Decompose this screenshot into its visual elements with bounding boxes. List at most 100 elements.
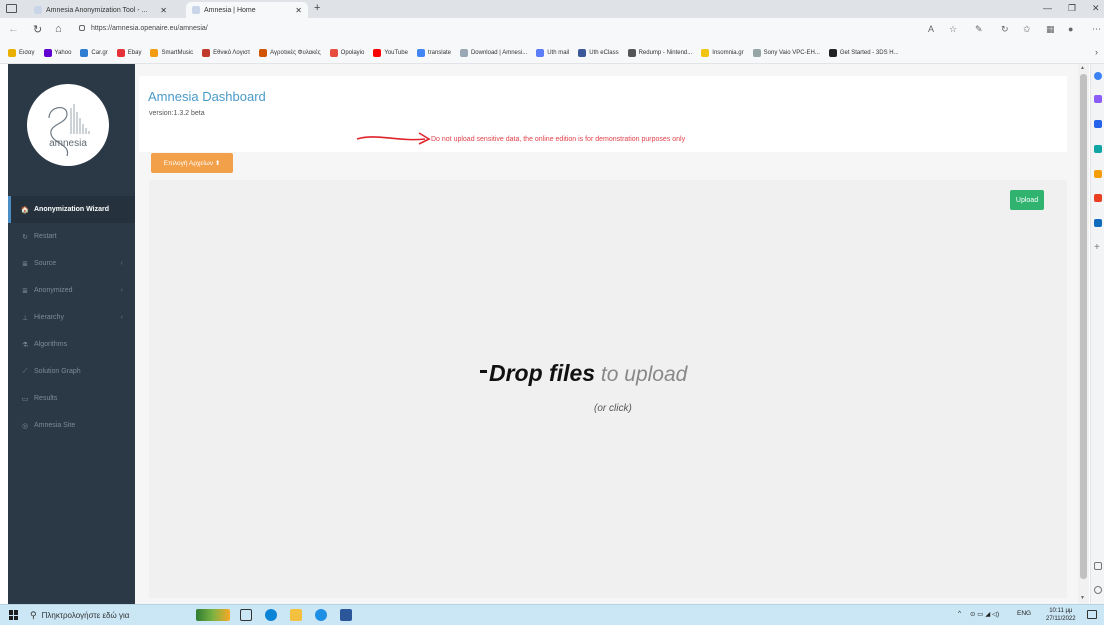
sparkle-icon[interactable] (1094, 95, 1102, 103)
favorite-link[interactable]: Sony Vaio VPC-EH... (752, 49, 820, 57)
browser-tab-amnesia-tool[interactable]: Amnesia Anonymization Tool - ... ✕ (28, 2, 173, 18)
workspaces-icon[interactable] (6, 4, 17, 13)
sidebar-item-label: Algorithms (34, 341, 68, 348)
sidebar-item-results[interactable]: ▭ Results (8, 385, 135, 412)
browser-app-icon[interactable] (315, 609, 327, 621)
logo-text: amnesia (49, 138, 87, 149)
people-icon[interactable] (1094, 170, 1102, 178)
extension-icon[interactable]: ✎ (975, 24, 983, 35)
close-tab-icon[interactable]: ✕ (154, 6, 167, 15)
favorite-link[interactable]: Car.gr (80, 49, 108, 57)
sidebar-item-label: Restart (34, 233, 57, 240)
restore-icon[interactable]: ❐ (1068, 3, 1076, 14)
upload-button[interactable]: Upload (1010, 190, 1044, 210)
star-icon[interactable]: ☆ (949, 24, 957, 35)
chevron-left-icon: ‹ (120, 314, 123, 321)
language-indicator[interactable]: ENG (1017, 610, 1031, 617)
favorite-link[interactable]: Ebay (116, 49, 141, 57)
drop-files-light: to upload (595, 363, 688, 386)
page-scrollbar[interactable]: ▲ ▼ (1078, 64, 1089, 604)
favorite-link[interactable]: Uth mail (536, 49, 569, 57)
sidebar-item-hierarchy[interactable]: ⊥ Hierarchy ‹ (8, 304, 135, 331)
sidebar-item-label: Results (34, 395, 58, 402)
browser-tab-strip: Amnesia Anonymization Tool - ... ✕ Amnes… (0, 0, 1104, 18)
demo-warning-text: Do not upload sensitive data, the online… (431, 136, 686, 143)
tag-icon[interactable] (1094, 120, 1102, 128)
favorite-label: Εισαγ (19, 50, 35, 56)
scroll-down-icon[interactable]: ▼ (1080, 595, 1085, 601)
windows-start-icon[interactable] (9, 610, 19, 620)
favorite-label: Get Started - 3DS H... (839, 50, 899, 56)
office-icon[interactable] (1094, 194, 1102, 202)
results-icon: ▭ (21, 395, 29, 403)
favorite-link[interactable]: Get Started - 3DS H... (828, 49, 899, 57)
refresh-icon[interactable]: ↻ (33, 23, 42, 36)
add-icon[interactable]: + (1094, 243, 1102, 253)
favorite-link[interactable]: Εθνικό Λογιστ (202, 49, 250, 57)
or-click-text: (or click) (594, 403, 632, 414)
scroll-thumb[interactable] (1080, 74, 1087, 579)
favorite-link[interactable]: Download | Amnesi... (459, 49, 527, 57)
favorite-link[interactable]: Uth eClass (578, 49, 619, 57)
home-icon[interactable]: ⌂ (55, 23, 62, 35)
refresh-extension-icon[interactable]: ↻ (1001, 24, 1009, 35)
sidebar-item-label: Anonymized (34, 287, 73, 294)
tray-icons[interactable]: ⊙ ▭ ◢ ◁) (970, 610, 999, 618)
scroll-up-icon[interactable]: ▲ (1080, 65, 1085, 71)
edge-browser-icon[interactable] (265, 609, 277, 621)
sidebar-item-anonymization-wizard[interactable]: 🏠 Anonymization Wizard (8, 196, 135, 223)
favorite-link[interactable]: translate (416, 49, 451, 57)
favorite-link[interactable]: Redump - Nintend... (627, 49, 692, 57)
close-window-icon[interactable]: ✕ (1092, 3, 1100, 14)
taskbar-search-placeholder: Πληκτρολογήστε εδώ για (41, 611, 130, 620)
favorite-link[interactable]: SmartMusic (150, 49, 193, 57)
settings-icon[interactable] (1094, 586, 1102, 594)
favorite-link[interactable]: Εισαγ (8, 49, 35, 57)
tray-chevron-icon[interactable]: ^ (958, 610, 961, 617)
favorite-link[interactable]: Opolayio (329, 49, 364, 57)
dropzone[interactable]: Upload Drop files to upload (or click) (149, 180, 1067, 598)
sidebar-item-amnesia-site[interactable]: ◎ Amnesia Site (8, 412, 135, 439)
more-favorites-icon[interactable]: › (1095, 47, 1098, 57)
weather-widget-icon[interactable] (196, 609, 230, 621)
sidebar-item-algorithms[interactable]: ⚗ Algorithms (8, 331, 135, 358)
minimize-icon[interactable]: — (1043, 3, 1052, 13)
back-icon[interactable]: ← (8, 23, 19, 35)
profile-icon[interactable]: ● (1068, 24, 1073, 34)
favorite-link[interactable]: Yahoo (43, 49, 71, 57)
new-tab-button[interactable]: + (314, 2, 320, 14)
task-view-icon[interactable] (240, 609, 252, 621)
favorite-favicon-icon (43, 49, 52, 57)
outlook-icon[interactable] (1094, 219, 1102, 227)
clock[interactable]: 10:11 μμ 27/11/2022 (1046, 607, 1076, 623)
sidebar-item-source[interactable]: ≣ Source ‹ (8, 250, 135, 277)
split-screen-icon[interactable] (1094, 562, 1102, 570)
sidebar-item-restart[interactable]: ↻ Restart (8, 223, 135, 250)
favorite-label: Uth mail (547, 50, 570, 56)
hierarchy-icon: ⊥ (21, 314, 29, 322)
choose-files-button[interactable]: Επιλογή Αρχείων ⬆ (151, 153, 233, 173)
clock-date: 27/11/2022 (1046, 616, 1076, 622)
favorite-link[interactable]: Αγροτικές Φυλακές (259, 49, 321, 57)
notifications-icon[interactable] (1087, 610, 1097, 619)
close-tab-icon[interactable]: ✕ (289, 6, 302, 15)
browser-tab-amnesia-home[interactable]: Amnesia | Home ✕ (186, 2, 308, 18)
briefcase-icon[interactable] (1094, 145, 1102, 153)
taskbar-search[interactable]: ⚲ Πληκτρολογήστε εδώ για (30, 608, 180, 623)
menu-icon[interactable]: ⋯ (1092, 24, 1101, 35)
favorites-icon[interactable]: ✩ (1023, 24, 1031, 35)
search-icon[interactable] (1094, 72, 1102, 80)
sidebar-item-label: Solution Graph (34, 368, 81, 375)
tab-label: Amnesia | Home (204, 6, 256, 14)
read-aloud-icon[interactable]: A (928, 24, 934, 34)
address-bar-row: ← ↻ ⌂ https://amnesia.openaire.eu/amnesi… (0, 18, 1104, 43)
file-explorer-icon[interactable] (290, 609, 302, 621)
favorite-link[interactable]: YouTube (373, 49, 408, 57)
collections-icon[interactable]: ▦ (1046, 24, 1055, 35)
word-icon[interactable] (340, 609, 352, 621)
favorite-favicon-icon (8, 49, 16, 57)
address-bar[interactable]: https://amnesia.openaire.eu/amnesia/ (79, 25, 208, 32)
favorite-link[interactable]: Insomnia.gr (701, 49, 744, 57)
sidebar-item-solution-graph[interactable]: ⟋ Solution Graph (8, 358, 135, 385)
sidebar-item-anonymized[interactable]: ≣ Anonymized ‹ (8, 277, 135, 304)
